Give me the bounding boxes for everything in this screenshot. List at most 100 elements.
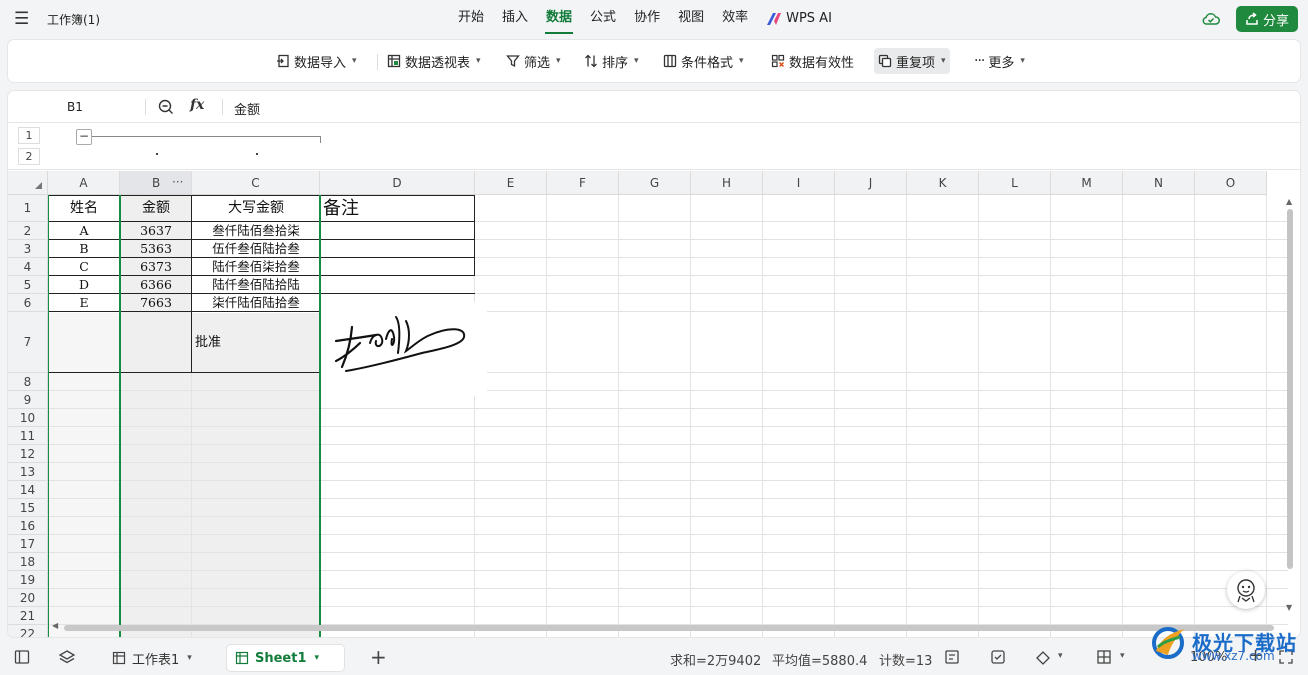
- assistant-avatar-button[interactable]: [1227, 571, 1265, 609]
- amount-words-cell[interactable]: 陆仟叁佰陆拾陆: [192, 276, 320, 294]
- duplicates-button[interactable]: 重复项 ▾: [874, 48, 950, 74]
- header-remarks-cell[interactable]: 备注: [320, 195, 475, 222]
- row-header-4[interactable]: 4: [8, 258, 48, 276]
- row-header-22[interactable]: 22: [8, 625, 48, 637]
- column-header-j[interactable]: J: [835, 171, 907, 195]
- column-header-l[interactable]: L: [979, 171, 1051, 195]
- row-header-17[interactable]: 17: [8, 535, 48, 553]
- row-header-20[interactable]: 20: [8, 589, 48, 607]
- vertical-scrollbar[interactable]: ▲ ▼: [1284, 195, 1296, 613]
- row-header-7[interactable]: 7: [8, 312, 48, 373]
- name-cell[interactable]: B: [48, 240, 120, 258]
- data-validation-button[interactable]: 数据有效性: [767, 48, 858, 74]
- more-button[interactable]: ··· 更多 ▾: [970, 48, 1029, 74]
- filter-button[interactable]: 筛选 ▾: [502, 48, 565, 74]
- column-header-f[interactable]: F: [547, 171, 619, 195]
- header-amount-words-cell[interactable]: 大写金额: [192, 195, 320, 222]
- tab-efficiency[interactable]: 效率: [713, 0, 757, 38]
- horizontal-scrollbar[interactable]: ◀: [48, 621, 1288, 633]
- column-menu-dots-icon[interactable]: ···: [172, 171, 183, 193]
- row-header-12[interactable]: 12: [8, 445, 48, 463]
- outline-level-2-button[interactable]: 2: [18, 148, 40, 165]
- chevron-down-icon[interactable]: ▾: [315, 653, 320, 663]
- column-header-a[interactable]: A: [48, 171, 120, 195]
- approval-cell[interactable]: 批准: [192, 312, 320, 373]
- row-header-10[interactable]: 10: [8, 409, 48, 427]
- chevron-down-icon[interactable]: ▾: [187, 653, 192, 663]
- hamburger-menu-icon[interactable]: ☰: [14, 9, 29, 29]
- column-header-i[interactable]: I: [763, 171, 835, 195]
- amount-cell[interactable]: 7663: [120, 294, 192, 312]
- collapse-group-icon[interactable]: −: [76, 129, 92, 145]
- row-header-15[interactable]: 15: [8, 499, 48, 517]
- amount-words-cell[interactable]: 伍仟叁佰陆拾叁: [192, 240, 320, 258]
- row-header-13[interactable]: 13: [8, 463, 48, 481]
- column-header-e[interactable]: E: [475, 171, 547, 195]
- status-count[interactable]: 计数=13: [879, 650, 932, 669]
- share-button[interactable]: 分享: [1236, 6, 1298, 32]
- tab-home[interactable]: 开始: [449, 0, 493, 38]
- column-header-c[interactable]: C: [192, 171, 320, 195]
- header-name-cell[interactable]: 姓名: [48, 195, 120, 222]
- tab-formula[interactable]: 公式: [581, 0, 625, 38]
- amount-cell[interactable]: 6373: [120, 258, 192, 276]
- row-header-11[interactable]: 11: [8, 427, 48, 445]
- column-header-d[interactable]: D: [320, 171, 475, 195]
- amount-cell[interactable]: 6366: [120, 276, 192, 294]
- column-header-o[interactable]: O: [1195, 171, 1267, 195]
- sheet-tab-worksheet1[interactable]: 工作表1 ▾: [104, 645, 200, 671]
- add-sheet-icon[interactable]: +: [370, 645, 387, 669]
- review-icon[interactable]: [990, 649, 1006, 665]
- column-header-m[interactable]: M: [1051, 171, 1123, 195]
- column-header-k[interactable]: K: [907, 171, 979, 195]
- column-header-n[interactable]: N: [1123, 171, 1195, 195]
- formula-input[interactable]: 金额: [234, 99, 260, 118]
- tab-wps-ai[interactable]: WPS AI: [757, 0, 841, 38]
- freeze-pane-icon[interactable]: [1096, 649, 1112, 665]
- amount-cell[interactable]: 5363: [120, 240, 192, 258]
- name-cell[interactable]: E: [48, 294, 120, 312]
- column-header-g[interactable]: G: [619, 171, 691, 195]
- chevron-down-icon[interactable]: ▾: [1058, 651, 1063, 661]
- tab-view[interactable]: 视图: [669, 0, 713, 38]
- column-header-h[interactable]: H: [691, 171, 763, 195]
- row-header-18[interactable]: 18: [8, 553, 48, 571]
- row-header-3[interactable]: 3: [8, 240, 48, 258]
- sidebar-toggle-icon[interactable]: [14, 649, 30, 665]
- row-header-14[interactable]: 14: [8, 481, 48, 499]
- header-amount-cell[interactable]: 金额: [120, 195, 192, 222]
- row-header-21[interactable]: 21: [8, 607, 48, 625]
- status-average[interactable]: 平均值=5880.4: [772, 650, 867, 669]
- cloud-sync-icon[interactable]: [1201, 9, 1221, 29]
- row-header-16[interactable]: 16: [8, 517, 48, 535]
- tab-insert[interactable]: 插入: [493, 0, 537, 38]
- row-header-8[interactable]: 8: [8, 373, 48, 391]
- name-cell[interactable]: D: [48, 276, 120, 294]
- amount-words-cell[interactable]: 柒仟陆佰陆拾叁: [192, 294, 320, 312]
- tab-data[interactable]: 数据: [537, 0, 581, 38]
- row-header-19[interactable]: 19: [8, 571, 48, 589]
- row-header-1[interactable]: 1: [8, 195, 48, 222]
- view-mode-icon[interactable]: [1034, 649, 1052, 665]
- zoom-out-icon[interactable]: [158, 99, 174, 115]
- scroll-up-icon[interactable]: ▲: [1286, 197, 1292, 206]
- pivot-table-button[interactable]: 数据透视表 ▾: [383, 48, 485, 74]
- select-all-corner[interactable]: [8, 171, 48, 195]
- row-header-9[interactable]: 9: [8, 391, 48, 409]
- scroll-left-icon[interactable]: ◀: [52, 621, 58, 630]
- amount-words-cell[interactable]: 陆仟叁佰柒拾叁: [192, 258, 320, 276]
- function-icon[interactable]: fx: [190, 97, 204, 113]
- layers-icon[interactable]: [58, 649, 76, 665]
- name-cell[interactable]: A: [48, 222, 120, 240]
- sheet-tab-sheet1[interactable]: Sheet1 ▾: [227, 645, 344, 671]
- status-sum[interactable]: 求和=2万9402: [670, 650, 761, 669]
- workbook-title[interactable]: 工作簿(1): [47, 11, 100, 28]
- conditional-format-button[interactable]: 条件格式 ▾: [659, 48, 748, 74]
- row-header-6[interactable]: 6: [8, 294, 48, 312]
- amount-cell[interactable]: 3637: [120, 222, 192, 240]
- cells-area[interactable]: 姓名 金额 大写金额 备注 A 3637 叁仟陆佰叁拾柒 B 5363 伍仟叁佰陆拾叁 C 6373 陆…: [48, 195, 1288, 637]
- data-import-button[interactable]: 数据导入 ▾: [272, 48, 361, 74]
- scroll-down-icon[interactable]: ▼: [1286, 603, 1292, 612]
- name-box[interactable]: B1: [67, 100, 83, 114]
- chevron-down-icon[interactable]: ▾: [1120, 651, 1125, 661]
